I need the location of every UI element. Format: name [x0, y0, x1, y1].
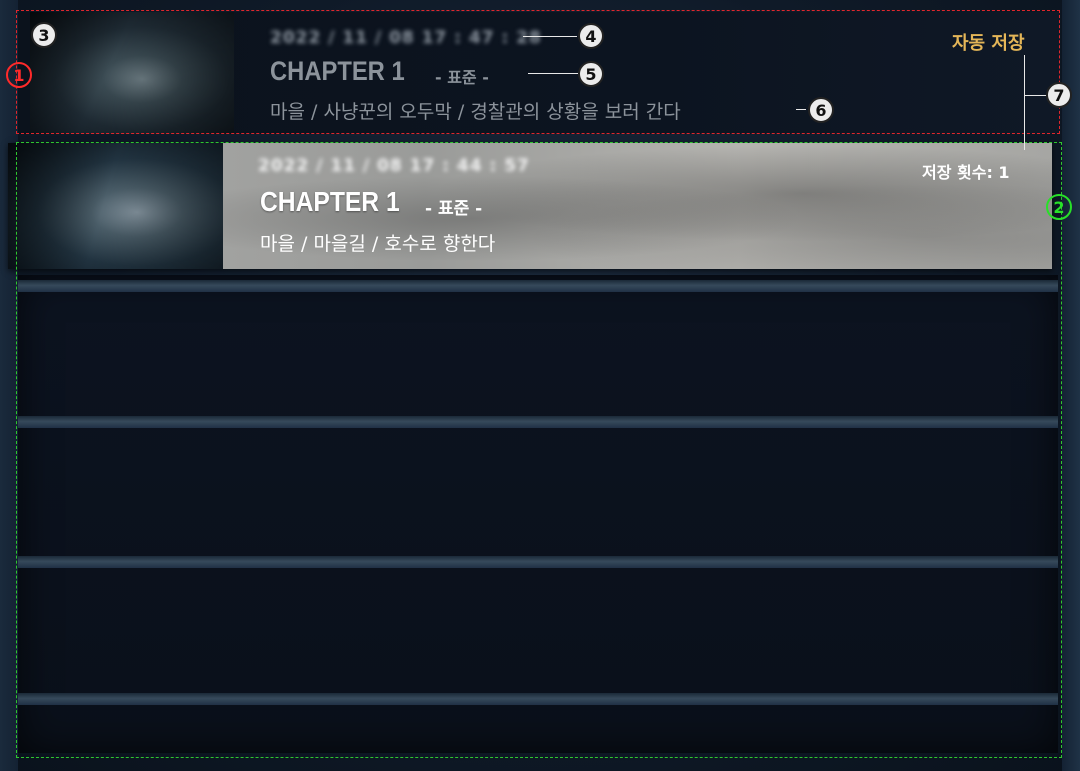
leader-line: [1024, 95, 1046, 96]
callout-marker-7: 7: [1046, 82, 1072, 108]
leader-line: [528, 73, 578, 74]
annotation-box-manual-slots: [16, 142, 1062, 758]
callout-marker-5: 5: [578, 61, 604, 87]
leader-line: [1024, 55, 1025, 150]
leader-line: [523, 36, 577, 37]
callout-marker-4: 4: [578, 23, 604, 49]
callout-marker-3: 3: [31, 22, 57, 48]
annotation-box-autosave: [16, 10, 1060, 134]
background-edge-right: [1062, 0, 1080, 771]
callout-marker-6: 6: [808, 97, 834, 123]
leader-line: [796, 109, 806, 110]
callout-marker-1: 1: [6, 62, 32, 88]
callout-marker-2: 2: [1046, 194, 1072, 220]
